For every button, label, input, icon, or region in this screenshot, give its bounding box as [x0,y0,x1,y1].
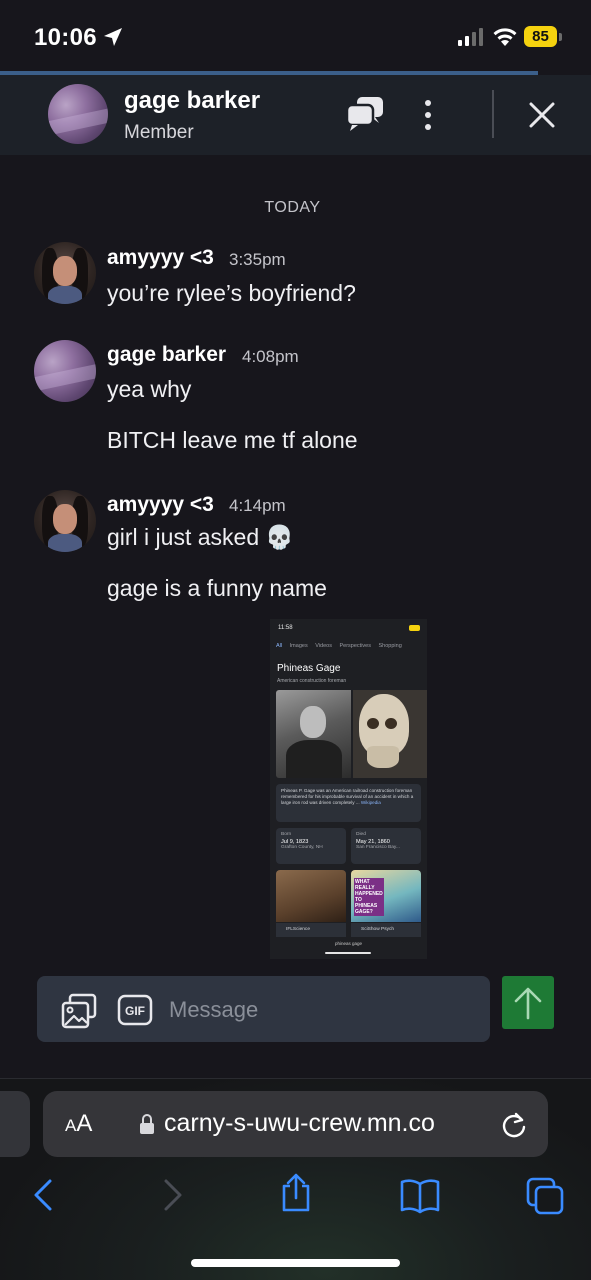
message-text: BITCH leave me tf alone [107,427,358,453]
attachment-source: SciShow Psych [351,923,421,937]
attachment-source: IFLScience [276,923,346,937]
message-author[interactable]: gage barker [107,343,226,367]
more-options-icon[interactable] [420,97,436,133]
forward-icon[interactable] [152,1175,192,1215]
message-text: gage is a funny name [107,575,327,601]
status-time: 10:06 [34,24,97,51]
attachment-died-card: Died May 21, 1860 San Francisco Bay... [351,828,421,864]
attachment-tab: Perspectives [339,643,371,649]
image-gallery-icon[interactable] [61,993,97,1029]
message-text: yea why [107,376,192,402]
attachment-search-url: phineas gage [334,941,363,946]
message-text: girl i just asked 💀 [107,524,294,551]
attachment-tab: All [276,643,283,649]
share-icon[interactable] [276,1172,316,1212]
attachment-thumbnail: WHAT REALLY HAPPENED TO PHINEAS GAGE? [351,870,421,922]
close-icon[interactable] [526,99,558,131]
attachment-skull-photo [353,690,427,778]
home-indicator[interactable] [191,1259,400,1267]
battery-level: 85 [524,26,557,47]
bookmarks-icon[interactable] [400,1176,440,1216]
message-author[interactable]: amyyyy <3 [107,493,214,517]
header-name[interactable]: gage barker [124,87,260,115]
image-attachment[interactable]: 11:58 All Images Videos Perspectives Sho… [270,619,427,959]
reader-options-button[interactable]: AA [65,1110,92,1138]
cellular-signal-icon [458,28,483,46]
attachment-description: Phineas P. Gage was an American railroad… [276,784,421,822]
battery-icon: 85 [524,26,564,48]
attachment-tab: Images [289,643,308,649]
threads-icon[interactable] [345,95,385,133]
message-time: 4:08pm [242,347,299,366]
message-avatar[interactable] [34,340,96,402]
message-composer: GIF [37,976,490,1042]
attachment-thumbnail [276,870,346,922]
gif-icon[interactable]: GIF [117,994,153,1026]
reload-icon[interactable] [501,1111,527,1139]
address-bar[interactable]: AA carny-s-uwu-crew.mn.co [43,1091,548,1157]
attachment-tab: Shopping [378,643,402,649]
arrow-up-icon [514,987,542,1020]
url-text[interactable]: carny-s-uwu-crew.mn.co [164,1109,435,1138]
attachment-portrait-photo [276,690,351,778]
attachment-tab: Videos [315,643,332,649]
attachment-status-time: 11:58 [278,625,293,631]
message-input[interactable] [169,994,479,1026]
header-divider [492,90,494,138]
attachment-born-card: Born Jul 9, 1823 Grafton County, NH [276,828,346,864]
attachment-title: Phineas Gage [277,663,341,674]
header-avatar[interactable] [48,84,108,144]
chat-header: gage barker Member [0,75,591,155]
header-role: Member [124,122,194,143]
message-avatar[interactable] [34,242,96,304]
status-bar: 10:06 85 [0,0,591,72]
message-text-content: girl i just asked [107,524,260,550]
skull-emoji: 💀 [265,524,294,550]
back-icon[interactable] [24,1175,64,1215]
message-time: 4:14pm [229,496,286,515]
tabs-icon[interactable] [525,1175,565,1215]
day-divider: TODAY [264,199,321,216]
location-arrow-icon [104,28,122,46]
svg-text:GIF: GIF [125,1004,145,1018]
attachment-battery-icon [409,625,420,631]
send-button[interactable] [502,976,554,1029]
previous-tab-preview[interactable] [0,1091,30,1157]
message-author[interactable]: amyyyy <3 [107,246,214,270]
message-avatar[interactable] [34,490,96,552]
attachment-subtitle: American construction foreman [277,678,347,684]
attachment-home-indicator [325,952,371,954]
lock-icon [140,1114,154,1134]
message-time: 3:35pm [229,250,286,269]
message-text: you’re rylee’s boyfriend? [107,280,356,306]
attachment-tabs: All Images Videos Perspectives Shopping [276,643,426,655]
wifi-icon [493,28,517,46]
